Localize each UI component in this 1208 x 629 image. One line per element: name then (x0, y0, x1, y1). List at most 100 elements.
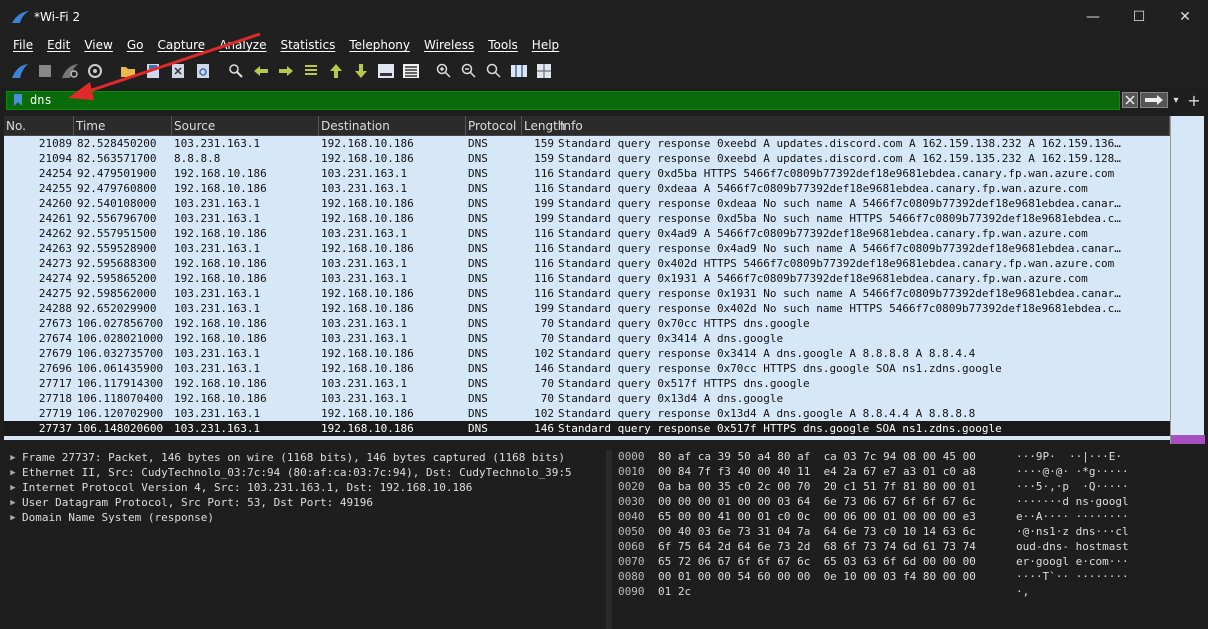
go-forward-button[interactable] (274, 59, 298, 83)
close-file-button[interactable] (166, 59, 190, 83)
column-no[interactable]: No. (4, 116, 74, 136)
resize-columns-button[interactable] (507, 59, 531, 83)
expand-arrow-icon[interactable]: ▶ (4, 498, 22, 508)
start-capture-button[interactable] (8, 59, 32, 83)
clear-filter-button[interactable] (1122, 92, 1138, 108)
column-length[interactable]: Length (522, 116, 565, 136)
packet-row[interactable]: 24260 92.540108000 103.231.163.1 192.168.10… (4, 196, 1170, 211)
bookmark-icon[interactable] (10, 92, 26, 108)
zoom-in-button[interactable] (432, 59, 456, 83)
packet-row[interactable]: 27718 106.118070400 192.168.10.186 103.231.… (4, 391, 1170, 406)
packet-row[interactable]: 24274 92.595865200 192.168.10.186 103.231.1… (4, 271, 1170, 286)
add-filter-button[interactable]: + (1184, 91, 1204, 110)
packet-row[interactable]: 27717 106.117914300 192.168.10.186 103.231.… (4, 376, 1170, 391)
detail-dns[interactable]: ▶ Domain Name System (response) (4, 510, 608, 525)
display-filter-input[interactable] (30, 91, 1030, 109)
menu-edit[interactable]: Edit (47, 38, 70, 52)
detail-ethernet[interactable]: ▶ Ethernet II, Src: CudyTechnolo_03:7c:94… (4, 465, 608, 480)
column-destination[interactable]: Destination (319, 116, 466, 136)
menu-statistics[interactable]: Statistics (280, 38, 335, 52)
menu-wireless[interactable]: Wireless (424, 38, 474, 52)
packet-row[interactable]: 24263 92.559528900 103.231.163.1 192.168.10… (4, 241, 1170, 256)
packet-row[interactable]: 27737 106.148020600 103.231.163.1 192.168.1… (4, 421, 1170, 436)
autoscroll-button[interactable] (374, 59, 398, 83)
packet-destination: 192.168.10.186 (321, 407, 414, 420)
layout-button[interactable] (532, 59, 556, 83)
hex-row[interactable]: 0090 01 2c ·, (612, 585, 1208, 600)
stop-capture-button[interactable] (33, 59, 57, 83)
zoom-normal-button[interactable] (482, 59, 506, 83)
last-packet-button[interactable] (349, 59, 373, 83)
detail-udp[interactable]: ▶ User Datagram Protocol, Src Port: 53, D… (4, 495, 608, 510)
menu-tools[interactable]: Tools (488, 38, 518, 52)
hex-row[interactable]: 0060 6f 75 64 2d 64 6e 73 2d 68 6f 73 74 … (612, 540, 1208, 555)
column-source[interactable]: Source (172, 116, 319, 136)
go-to-packet-button[interactable] (299, 59, 323, 83)
go-back-button[interactable] (249, 59, 273, 83)
menu-capture[interactable]: Capture (157, 38, 205, 52)
packet-protocol: DNS (468, 332, 488, 345)
packet-row[interactable]: 24275 92.598562000 103.231.163.1 192.168.10… (4, 286, 1170, 301)
packet-row[interactable]: 27673 106.027856700 192.168.10.186 103.231.… (4, 316, 1170, 331)
maximize-button[interactable]: ☐ (1116, 0, 1162, 34)
packet-row[interactable]: 27679 106.032735700 103.231.163.1 192.168.1… (4, 346, 1170, 361)
colorize-button[interactable] (399, 59, 423, 83)
save-file-button[interactable] (141, 59, 165, 83)
close-button[interactable]: ✕ (1162, 0, 1208, 34)
open-file-button[interactable] (116, 59, 140, 83)
menu-telephony[interactable]: Telephony (349, 38, 410, 52)
filter-actions: ▾ + (1120, 91, 1204, 110)
expand-arrow-icon[interactable]: ▶ (4, 468, 22, 478)
column-protocol[interactable]: Protocol (466, 116, 522, 136)
find-packet-button[interactable] (224, 59, 248, 83)
packet-list[interactable]: No. Time Source Destination Protocol Len… (4, 116, 1170, 440)
zoom-out-button[interactable] (457, 59, 481, 83)
menu-go[interactable]: Go (127, 38, 144, 52)
minimize-button[interactable]: — (1070, 0, 1116, 34)
filter-history-dropdown[interactable]: ▾ (1168, 95, 1184, 106)
first-packet-button[interactable] (324, 59, 348, 83)
packet-row[interactable]: 27696 106.061435900 103.231.163.1 192.168.1… (4, 361, 1170, 376)
packet-time: 92.540108000 (77, 197, 157, 210)
expand-arrow-icon[interactable]: ▶ (4, 453, 22, 463)
colorize-icon (403, 64, 419, 78)
menu-view[interactable]: View (84, 38, 112, 52)
hex-row[interactable]: 0000 80 af ca 39 50 a4 80 af ca 03 7c 94 … (612, 450, 1208, 465)
packet-row[interactable]: 27674 106.028021000 192.168.10.186 103.231.… (4, 331, 1170, 346)
menu-help[interactable]: Help (532, 38, 559, 52)
packet-row[interactable]: 24288 92.652029900 103.231.163.1 192.168.10… (4, 301, 1170, 316)
hex-row[interactable]: 0080 00 01 00 00 54 60 00 00 0e 10 00 03 … (612, 570, 1208, 585)
reload-file-button[interactable] (191, 59, 215, 83)
hex-row[interactable]: 0010 00 84 7f f3 40 00 40 11 e4 2a 67 e7 … (612, 465, 1208, 480)
hex-ascii: e··A···· ········ (1016, 510, 1129, 523)
menu-bar: File Edit View Go Capture Analyze Statis… (0, 34, 1208, 56)
packet-minimap-scrollbar[interactable] (1170, 116, 1205, 444)
detail-frame[interactable]: ▶ Frame 27737: Packet, 146 bytes on wire … (4, 450, 608, 465)
packet-row[interactable]: 24262 92.557951500 192.168.10.186 103.231.1… (4, 226, 1170, 241)
menu-file[interactable]: File (13, 38, 33, 52)
packet-row[interactable]: 27719 106.120702900 103.231.163.1 192.168.1… (4, 406, 1170, 421)
packet-row[interactable]: 24254 92.479501900 192.168.10.186 103.231.1… (4, 166, 1170, 181)
expand-arrow-icon[interactable]: ▶ (4, 483, 22, 493)
hex-row[interactable]: 0030 00 00 00 01 00 00 03 64 6e 73 06 67 … (612, 495, 1208, 510)
hex-row[interactable]: 0040 65 00 00 41 00 01 c0 0c 00 06 00 01 … (612, 510, 1208, 525)
menu-analyze[interactable]: Analyze (219, 38, 266, 52)
packet-row[interactable]: 24261 92.556796700 103.231.163.1 192.168.10… (4, 211, 1170, 226)
restart-capture-button[interactable] (58, 59, 82, 83)
expand-arrow-icon[interactable]: ▶ (4, 513, 22, 523)
column-info[interactable]: Info (558, 116, 1170, 136)
hex-row[interactable]: 0020 0a ba 00 35 c0 2c 00 70 20 c1 51 7f … (612, 480, 1208, 495)
packet-row[interactable]: 21089 82.528450200 103.231.163.1 192.168.10… (4, 136, 1170, 151)
packet-row[interactable]: 24255 92.479760800 192.168.10.186 103.231.1… (4, 181, 1170, 196)
packet-info: Standard query response 0xdeaa No such n… (558, 197, 1121, 210)
packet-row[interactable]: 21094 82.563571700 8.8.8.8 192.168.10.186 DN… (4, 151, 1170, 166)
packet-length: 116 (534, 242, 554, 255)
apply-filter-button[interactable] (1140, 92, 1168, 108)
detail-ip[interactable]: ▶ Internet Protocol Version 4, Src: 103.2… (4, 480, 608, 495)
packet-row[interactable]: 24273 92.595688300 192.168.10.186 103.231.1… (4, 256, 1170, 271)
goto-packet-icon (305, 65, 317, 75)
column-time[interactable]: Time (74, 116, 172, 136)
hex-row[interactable]: 0050 00 40 03 6e 73 31 04 7a 64 6e 73 c0 … (612, 525, 1208, 540)
hex-row[interactable]: 0070 65 72 06 67 6f 6f 67 6c 65 03 63 6f … (612, 555, 1208, 570)
capture-options-button[interactable] (83, 59, 107, 83)
